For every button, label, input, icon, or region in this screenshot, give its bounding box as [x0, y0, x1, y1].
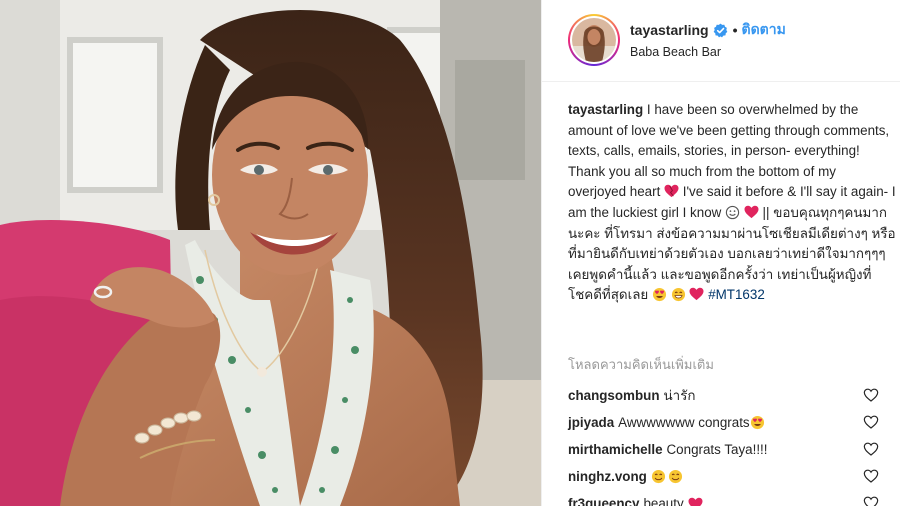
separator-dot: • [732, 22, 738, 38]
smiling-face-emoji-icon [651, 469, 665, 484]
heart-outline-icon[interactable] [863, 414, 879, 430]
caption-hashtag[interactable]: #MT1632 [708, 287, 765, 302]
post-location[interactable]: Baba Beach Bar [630, 45, 721, 59]
comment-item: jpiyada Awwwwwww congrats [568, 409, 900, 436]
comment-item: changsombun น่ารัก [568, 382, 900, 409]
avatar-image [572, 18, 616, 62]
grinning-face-emoji-icon [671, 288, 685, 302]
smiling-face-emoji-icon [725, 205, 740, 220]
verified-badge-icon [713, 23, 727, 37]
red-heart-emoji-icon [689, 288, 704, 301]
caption-separator: || [762, 204, 770, 220]
post-panel: tayastarling • ติดตาม Baba Beach Bar tay… [541, 0, 900, 506]
comment-text: beauty [643, 496, 684, 506]
comment-username[interactable]: fr3queency [568, 496, 639, 506]
red-heart-emoji-icon [688, 497, 703, 506]
comment-text: น่ารัก [663, 388, 696, 403]
profile-avatar[interactable] [568, 14, 620, 66]
follow-button[interactable]: ติดตาม [742, 19, 786, 41]
heart-eyes-emoji-icon [652, 288, 667, 302]
photo-illustration [0, 0, 541, 506]
post-header: tayastarling • ติดตาม Baba Beach Bar [542, 0, 900, 82]
comment-username[interactable]: changsombun [568, 388, 660, 403]
comment-list: changsombun น่ารัก jpiyada Awwwwwww cong… [568, 382, 900, 506]
heart-outline-icon[interactable] [863, 387, 879, 403]
caption-username[interactable]: tayastarling [568, 102, 643, 117]
comment-text: Congrats Taya!!!! [666, 442, 768, 457]
heart-eyes-emoji-icon [750, 415, 764, 430]
post-photo[interactable] [0, 0, 541, 506]
comment-username[interactable]: jpiyada [568, 415, 614, 430]
comment-item: mirthamichelle Congrats Taya!!!! [568, 436, 900, 463]
smiling-face-emoji-icon [668, 469, 682, 484]
header-username[interactable]: tayastarling [630, 22, 709, 38]
comment-text: Awwwwwww congrats [618, 415, 750, 430]
heart-outline-icon[interactable] [863, 441, 879, 457]
comment-username[interactable]: mirthamichelle [568, 442, 663, 457]
post-caption: tayastarling I have been so overwhelmed … [568, 100, 896, 306]
red-heart-emoji-icon [744, 205, 759, 219]
red-heart-emoji-icon [664, 185, 679, 198]
comment-item: ninghz.vong [568, 463, 900, 490]
header-user-row: tayastarling • ติดตาม [630, 20, 786, 40]
load-more-comments-link[interactable]: โหลดความคิดเห็นเพิ่มเติม [568, 354, 714, 375]
comment-item: fr3queency beauty [568, 490, 900, 506]
heart-outline-icon[interactable] [863, 468, 879, 484]
comment-username[interactable]: ninghz.vong [568, 469, 647, 484]
heart-outline-icon[interactable] [863, 495, 879, 506]
